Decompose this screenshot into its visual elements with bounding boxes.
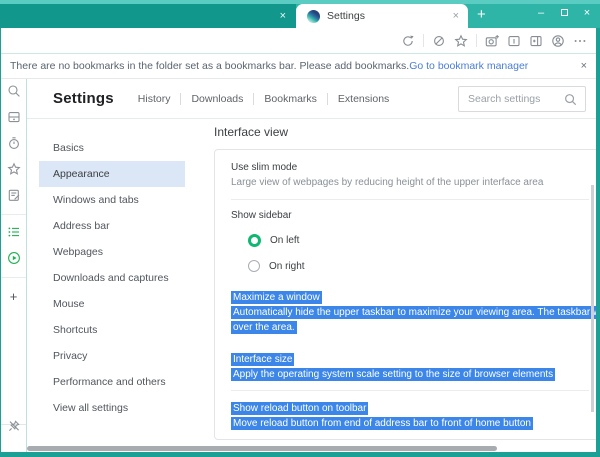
menu-item-mouse[interactable]: Mouse — [39, 291, 185, 317]
radio-unselected-icon[interactable] — [248, 260, 260, 272]
settings-search-box — [458, 86, 586, 112]
settings-main: Interface view Use slim mode Large view … — [214, 119, 596, 452]
setting-title-highlighted: Maximize a window — [231, 291, 322, 304]
setting-description-highlighted: Automatically hide the upper taskbar to … — [231, 306, 596, 319]
settings-menu: Basics Appearance Windows and tabs Addre… — [27, 119, 214, 452]
background-tab-close-icon[interactable]: × — [280, 11, 286, 22]
reload-icon[interactable] — [401, 34, 415, 48]
notification-message: There are no bookmarks in the folder set… — [10, 60, 409, 72]
toolbar — [1, 28, 596, 54]
body-row: + Settings History Downloads Bookmarks — [1, 79, 596, 452]
settings-body: Basics Appearance Windows and tabs Addre… — [27, 119, 596, 452]
menu-item-webpages[interactable]: Webpages — [39, 239, 185, 265]
browser-window: × Settings × + – × — [0, 0, 600, 457]
menu-item-privacy[interactable]: Privacy — [39, 343, 185, 369]
app-sidebar: + — [1, 79, 27, 452]
menu-item-downloads-and-captures[interactable]: Downloads and captures — [39, 265, 185, 291]
menu-item-address-bar[interactable]: Address bar — [39, 213, 185, 239]
nav-link-downloads[interactable]: Downloads — [180, 93, 243, 105]
memo-icon[interactable] — [7, 188, 21, 202]
color-mode-icon[interactable] — [432, 34, 446, 48]
setting-description: Large view of webpages by reducing heigh… — [231, 177, 589, 188]
tab-close-icon[interactable]: × — [453, 11, 459, 22]
setting-description-highlighted: Move reload button from end of address b… — [231, 417, 533, 430]
nav-link-extensions[interactable]: Extensions — [327, 93, 389, 105]
background-tab-region[interactable]: × — [0, 4, 296, 28]
setting-show-sidebar: Show sidebar On left On right — [231, 200, 589, 272]
menu-item-view-all-settings[interactable]: View all settings — [39, 395, 185, 421]
menu-item-shortcuts[interactable]: Shortcuts — [39, 317, 185, 343]
vertical-scrollbar[interactable] — [591, 185, 594, 412]
search-icon[interactable] — [564, 93, 577, 106]
setting-use-slim-mode[interactable]: Use slim mode Large view of webpages by … — [231, 150, 589, 200]
bookmarks-notification-bar: There are no bookmarks in the folder set… — [1, 54, 596, 79]
maximize-icon — [561, 9, 568, 16]
horizontal-scrollbar[interactable] — [27, 446, 497, 451]
search-icon[interactable] — [7, 84, 21, 98]
split-view-icon[interactable] — [529, 34, 543, 48]
toolbar-separator — [476, 34, 477, 47]
interface-view-card: Use slim mode Large view of webpages by … — [214, 149, 596, 440]
more-menu-icon[interactable] — [573, 34, 587, 48]
bookmark-star-icon[interactable] — [454, 34, 468, 48]
setting-title: Use slim mode — [231, 162, 589, 173]
browser-chrome: There are no bookmarks in the folder set… — [1, 28, 596, 452]
radio-label: On left — [270, 235, 299, 246]
add-app-icon[interactable]: + — [10, 290, 18, 303]
tab-title: Settings — [327, 10, 453, 22]
profile-icon[interactable] — [551, 34, 565, 48]
menu-item-windows-and-tabs[interactable]: Windows and tabs — [39, 187, 185, 213]
timer-icon[interactable] — [7, 136, 21, 150]
tab-settings[interactable]: Settings × — [296, 4, 468, 28]
radio-selected-icon[interactable] — [248, 234, 261, 247]
sidebar-panel-icon[interactable] — [507, 34, 521, 48]
naver-play-icon[interactable] — [7, 251, 21, 265]
naver-list-icon[interactable] — [7, 225, 21, 239]
bookmark-manager-link[interactable]: Go to bookmark manager — [409, 60, 528, 72]
whale-logo-icon — [307, 10, 320, 23]
minimize-button[interactable]: – — [536, 8, 546, 19]
sidebar-separator — [1, 277, 26, 278]
menu-item-basics[interactable]: Basics — [39, 135, 185, 161]
unpin-icon[interactable] — [7, 419, 21, 433]
scrapbook-icon[interactable] — [7, 110, 21, 124]
setting-interface-size[interactable]: Interface size Apply the operating syste… — [231, 351, 589, 381]
setting-title-highlighted: Show reload button on toolbar — [231, 402, 368, 415]
menu-item-performance-and-others[interactable]: Performance and others — [39, 369, 185, 395]
section-heading-interface-view: Interface view — [214, 125, 596, 139]
settings-header: Settings History Downloads Bookmarks Ext… — [27, 79, 596, 119]
radio-option-on-right[interactable]: On right — [248, 260, 589, 272]
setting-description-highlighted: Apply the operating system scale setting… — [231, 368, 555, 381]
notification-close-icon[interactable]: × — [581, 60, 587, 72]
page-title: Settings — [53, 90, 114, 107]
settings-search-input[interactable] — [459, 93, 564, 105]
settings-header-nav: History Downloads Bookmarks Extensions — [138, 93, 390, 105]
maximize-button[interactable] — [559, 8, 569, 19]
settings-page: Settings History Downloads Bookmarks Ext… — [27, 79, 596, 452]
capture-icon[interactable] — [485, 34, 499, 48]
nav-link-history[interactable]: History — [138, 93, 171, 105]
titlebar: × Settings × + – × — [0, 0, 600, 28]
radio-option-on-left[interactable]: On left — [248, 234, 589, 247]
close-button[interactable]: × — [582, 8, 592, 19]
sidebar-separator — [1, 214, 26, 215]
setting-show-reload-button[interactable]: Show reload button on toolbar Move reloa… — [231, 391, 589, 439]
setting-title-highlighted: Interface size — [231, 353, 294, 366]
radio-label: On right — [269, 261, 305, 272]
setting-description-highlighted: over the area. — [231, 321, 297, 334]
window-controls: – × — [536, 5, 592, 21]
setting-maximize-a-window[interactable]: Maximize a window Automatically hide the… — [231, 289, 589, 334]
bookmarks-star-icon[interactable] — [7, 162, 21, 176]
setting-title: Show sidebar — [231, 210, 589, 221]
nav-link-bookmarks[interactable]: Bookmarks — [253, 93, 317, 105]
new-tab-button[interactable]: + — [477, 7, 486, 22]
menu-item-appearance[interactable]: Appearance — [39, 161, 185, 187]
toolbar-separator — [423, 34, 424, 47]
